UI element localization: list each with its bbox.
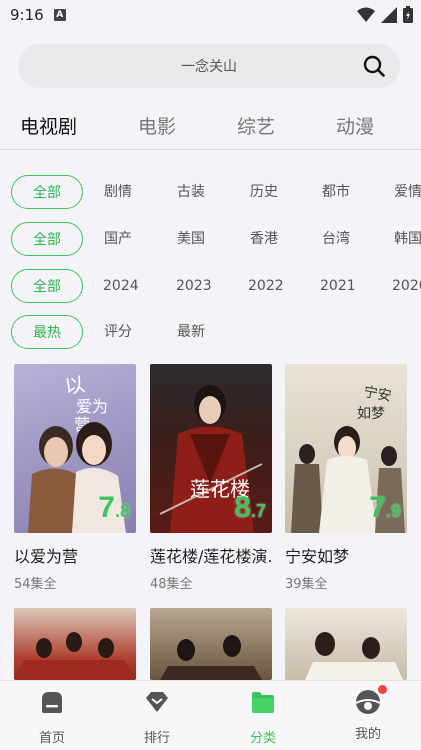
show-card[interactable] [150,608,272,680]
show-card[interactable]: 以 爱为 营 7.8 以爱为营 54集全 [14,364,136,592]
svg-text:如梦: 如梦 [357,406,385,422]
nav-profile[interactable]: 我的 [338,685,398,742]
profile-icon [355,685,387,715]
status-bar: 9:16 A [0,0,421,30]
poster-image[interactable]: 莲花楼 8.7 [150,364,272,533]
poster-image[interactable]: 宁安 如梦 7.9 [285,364,407,533]
poster-art [305,632,403,680]
category-folder-icon [252,692,274,713]
filter-chip-type[interactable]: 历史 [250,175,278,209]
nav-home[interactable]: 首页 [22,689,82,746]
show-card[interactable] [14,608,136,680]
filter-chip-type[interactable]: 爱情 [394,175,421,209]
filter-chip-region[interactable]: 韩国 [394,222,421,256]
rating-score: 8.7 [234,491,266,524]
bottom-nav: 首页 排行 分类 我的 [0,680,421,750]
filter-chip-year[interactable]: 2024 [103,269,139,303]
search-input[interactable]: 一念关山 [181,56,237,76]
filter-chip-type[interactable]: 剧情 [104,175,132,209]
app-notification-icon: A [53,9,66,21]
poster-art [160,635,262,680]
search-bar[interactable]: 一念关山 [18,44,400,88]
svg-text:以: 以 [63,372,87,399]
rating-score: 7.8 [98,491,130,524]
show-title[interactable]: 以爱为营 [14,543,136,567]
svg-text:爱为: 爱为 [76,397,108,416]
nav-label: 首页 [38,731,65,746]
nav-label: 分类 [249,731,276,746]
filter-chip-year[interactable]: 2021 [320,269,356,303]
ranking-icon [146,692,168,712]
tab-tv-series[interactable]: 电视剧 [20,112,77,139]
filter-chip-sort-hottest[interactable]: 最热 [11,315,83,349]
tab-anime[interactable]: 动漫 [336,112,374,139]
signal-icon [381,6,397,23]
poster-art [14,632,136,680]
episode-count: 48集全 [150,577,193,592]
poster-image[interactable] [285,608,407,680]
filter-row-year: 全部 2024 2023 2022 2021 2020 [0,267,421,307]
nav-ranking[interactable]: 排行 [127,689,187,746]
wifi-icon [357,7,375,22]
notification-dot [378,685,387,694]
poster-image[interactable] [14,608,136,680]
filter-row-type: 全部 剧情 古装 历史 都市 爱情 [0,173,421,213]
filter-chip-sort-rating[interactable]: 评分 [104,315,132,349]
tab-movies[interactable]: 电影 [138,112,176,139]
poster-image[interactable] [150,608,272,680]
status-time: 9:16 [10,6,44,24]
filter-chip-region[interactable]: 国产 [104,222,132,256]
show-card[interactable] [285,608,407,680]
filter-chip-region[interactable]: 美国 [177,222,205,256]
battery-icon [403,6,413,23]
rating-score: 7.9 [369,491,401,524]
show-title[interactable]: 莲花楼/莲花楼演... [150,543,272,567]
filter-chip-type[interactable]: 都市 [322,175,350,209]
filter-chip-region-all[interactable]: 全部 [11,222,83,256]
nav-category[interactable]: 分类 [233,689,293,746]
search-icon[interactable] [362,54,386,78]
nav-label: 我的 [354,727,381,742]
filter-chip-region[interactable]: 台湾 [322,222,350,256]
show-title[interactable]: 宁安如梦 [285,543,407,567]
filter-chip-sort-latest[interactable]: 最新 [177,315,205,349]
filter-row-region: 全部 国产 美国 香港 台湾 韩国 [0,220,421,260]
filter-chip-year[interactable]: 2020 [392,269,421,303]
filter-chip-year[interactable]: 2022 [248,269,284,303]
filter-chip-year-all[interactable]: 全部 [11,269,83,303]
poster-image[interactable]: 以 爱为 营 7.8 [14,364,136,533]
filter-chip-type[interactable]: 古装 [177,175,205,209]
show-card[interactable]: 莲花楼 8.7 莲花楼/莲花楼演... 48集全 [150,364,272,592]
filter-chip-region[interactable]: 香港 [250,222,278,256]
show-card[interactable]: 宁安 如梦 7.9 宁安如梦 39集全 [285,364,407,592]
nav-label: 排行 [143,731,170,746]
episode-count: 54集全 [14,577,57,592]
filter-chip-type-all[interactable]: 全部 [11,175,83,209]
filter-chip-year[interactable]: 2023 [176,269,212,303]
svg-text:宁安: 宁安 [362,383,393,405]
main-tabs: 电视剧 电影 综艺 动漫 [0,104,421,150]
tab-variety[interactable]: 综艺 [237,112,275,139]
episode-count: 39集全 [285,577,328,592]
home-icon [42,692,62,713]
filter-row-sort: 最热 评分 最新 [0,313,421,353]
status-icons [357,6,413,23]
